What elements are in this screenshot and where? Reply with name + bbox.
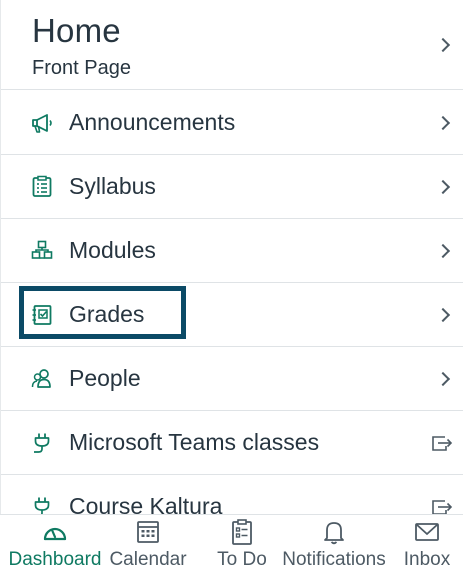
chevron-right-icon [435, 371, 451, 387]
tab-label: Inbox [403, 549, 451, 570]
tab-inbox[interactable]: Inbox [398, 515, 456, 584]
nav-item-course-kaltura[interactable]: Course Kaltura [1, 475, 463, 514]
tab-notifications[interactable]: Notifications [276, 515, 392, 584]
bell-icon [324, 522, 344, 545]
chevron-right-icon [435, 243, 451, 259]
syllabus-icon [32, 175, 52, 197]
chevron-right-icon [435, 307, 451, 323]
nav-item-label: People [69, 365, 141, 391]
megaphone-icon [32, 114, 52, 133]
people-icon [31, 369, 51, 388]
external-link-icon [432, 500, 453, 514]
bottom-tab-bar: Dashboard Calendar To Do Notifications I… [0, 514, 463, 584]
external-link-icon [432, 436, 453, 451]
dashboard-gauge-icon [43, 527, 67, 541]
nav-item-label: Modules [69, 237, 156, 263]
course-navigation-list: Home Front Page Announcements Syllabus M… [0, 0, 463, 514]
tab-calendar[interactable]: Calendar [106, 515, 190, 584]
nav-item-label: Announcements [69, 109, 236, 135]
grades-highlight-box [19, 286, 186, 339]
envelope-icon [415, 523, 439, 541]
modules-icon [31, 240, 53, 259]
chevron-right-icon [435, 179, 451, 195]
nav-item-modules[interactable]: Modules [1, 219, 463, 283]
nav-item-microsoft-teams-classes[interactable]: Microsoft Teams classes [1, 411, 463, 475]
nav-item-people[interactable]: People [1, 347, 463, 411]
tab-label: To Do [217, 549, 267, 570]
home-item[interactable]: Home Front Page [1, 0, 463, 90]
todo-clipboard-icon [232, 519, 252, 545]
tab-label: Dashboard [8, 549, 102, 570]
chevron-right-icon [435, 115, 451, 131]
chevron-right-icon [435, 37, 451, 53]
tab-dashboard[interactable]: Dashboard [4, 515, 106, 584]
calendar-icon [137, 521, 159, 543]
plug-icon [34, 497, 50, 514]
nav-item-label: Microsoft Teams classes [69, 429, 320, 455]
nav-item-label: Syllabus [69, 173, 156, 199]
plug-icon [34, 433, 50, 453]
tab-todo[interactable]: To Do [210, 515, 274, 584]
nav-item-announcements[interactable]: Announcements [1, 91, 463, 155]
home-title: Home [32, 12, 121, 49]
nav-item-syllabus[interactable]: Syllabus [1, 155, 463, 219]
home-subtitle: Front Page [32, 57, 131, 79]
tab-label: Notifications [282, 549, 386, 570]
tab-label: Calendar [109, 549, 187, 570]
nav-item-label: Course Kaltura [69, 493, 223, 514]
